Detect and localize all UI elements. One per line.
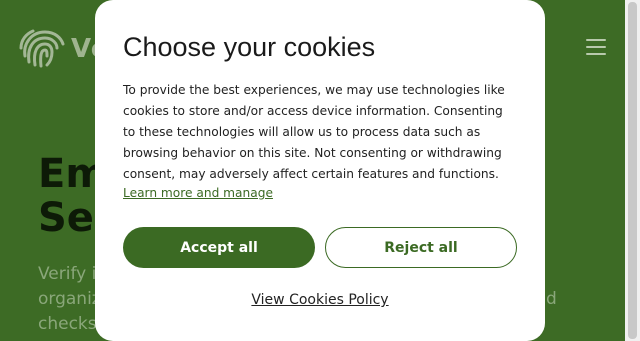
scrollbar-thumb[interactable] bbox=[628, 2, 637, 339]
hero-text-line2: organiz bbox=[38, 289, 101, 309]
dialog-title: Choose your cookies bbox=[123, 32, 376, 62]
accept-all-button[interactable]: Accept all bbox=[123, 227, 315, 268]
reject-all-button[interactable]: Reject all bbox=[325, 227, 517, 268]
hero-text-line3: checks bbox=[38, 314, 97, 334]
scrollbar-track[interactable] bbox=[625, 0, 640, 341]
fingerprint-icon[interactable] bbox=[17, 26, 65, 68]
hero-text-line2-end: d bbox=[546, 289, 557, 309]
dialog-body-text: To provide the best experiences, we may … bbox=[123, 83, 505, 181]
learn-more-link[interactable]: Learn more and manage bbox=[123, 186, 273, 200]
view-cookies-policy-link[interactable]: View Cookies Policy bbox=[95, 292, 545, 308]
hero-text-line1: Verify i bbox=[38, 264, 97, 284]
hamburger-menu-icon[interactable] bbox=[586, 39, 606, 55]
cookie-consent-dialog: Choose your cookies To provide the best … bbox=[95, 0, 545, 341]
